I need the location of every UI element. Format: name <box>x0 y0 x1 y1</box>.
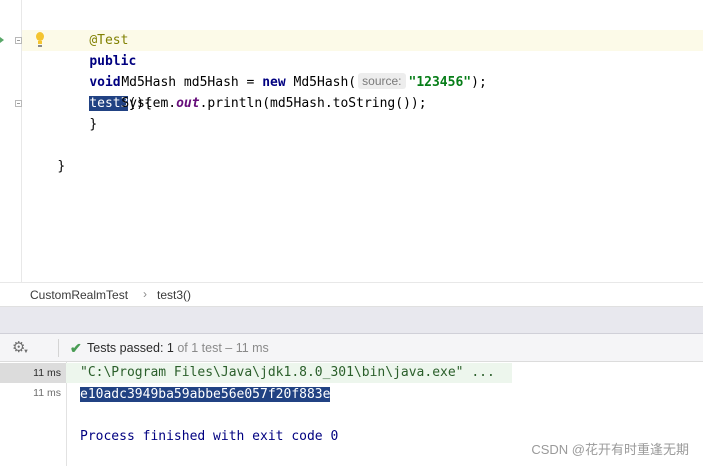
code-line-2[interactable]: public void test3(){ <box>58 30 152 111</box>
run-test-icon[interactable] <box>0 37 4 43</box>
closing-brace: } <box>89 117 98 132</box>
editor-gutter[interactable] <box>0 0 22 282</box>
time-row[interactable]: 11 ms <box>0 383 66 403</box>
breadcrumb: CustomRealmTest › test3() <box>0 282 703 307</box>
code-line-4[interactable]: System.out.println(md5Hash.toString()); <box>90 72 426 111</box>
passed-count: 1 <box>166 341 174 355</box>
println-call: .println(md5Hash.toString()); <box>199 96 427 111</box>
breadcrumb-method[interactable]: test3() <box>157 288 191 302</box>
closing-brace: } <box>57 159 66 174</box>
status-total: of 1 test – 11 ms <box>173 341 269 355</box>
breadcrumb-class[interactable]: CustomRealmTest <box>30 288 128 302</box>
system-class: System. <box>121 96 177 111</box>
breadcrumb-separator-icon: › <box>143 287 147 301</box>
code-line-5[interactable]: } <box>58 93 97 132</box>
toolbar-separator <box>58 339 59 357</box>
md5-output-selected[interactable]: e10adc3949ba59abbe56e057f20f883e <box>80 387 331 402</box>
status-label: Tests passed: <box>87 341 167 355</box>
console-output-line[interactable]: e10adc3949ba59abbe56e057f20f883e <box>80 385 331 405</box>
watermark: CSDN @花开有时重逢无期 <box>531 442 689 457</box>
time-row[interactable]: 11 ms <box>0 363 66 383</box>
timing-column: 11 ms 11 ms <box>0 362 67 466</box>
check-icon: ✔ <box>70 340 82 356</box>
code-editor[interactable]: @Test public void test3(){ Md5Hash md5Ha… <box>0 0 703 282</box>
fold-icon[interactable] <box>15 37 22 44</box>
run-toolbar: ⚙ ▼ ✔ Tests passed: 1 of 1 test – 11 ms <box>0 334 703 362</box>
static-field-out: out <box>176 96 200 111</box>
code-line-7[interactable]: } <box>26 135 65 174</box>
caret-down-icon[interactable]: ▼ <box>23 349 29 355</box>
test-status: Tests passed: 1 of 1 test – 11 ms <box>87 341 269 355</box>
panel-divider[interactable] <box>0 307 703 334</box>
code-line-3[interactable]: Md5Hash md5Hash = new Md5Hash(source: "12… <box>90 51 487 90</box>
fold-icon[interactable] <box>15 100 22 107</box>
console-command-line: "C:\Program Files\Java\jdk1.8.0_301\bin\… <box>80 365 495 380</box>
statement-end: ); <box>471 75 487 90</box>
lightbulb-icon[interactable] <box>33 31 47 49</box>
code-line-1[interactable]: @Test <box>58 9 128 48</box>
console-exit-line: Process finished with exit code 0 <box>80 429 339 444</box>
